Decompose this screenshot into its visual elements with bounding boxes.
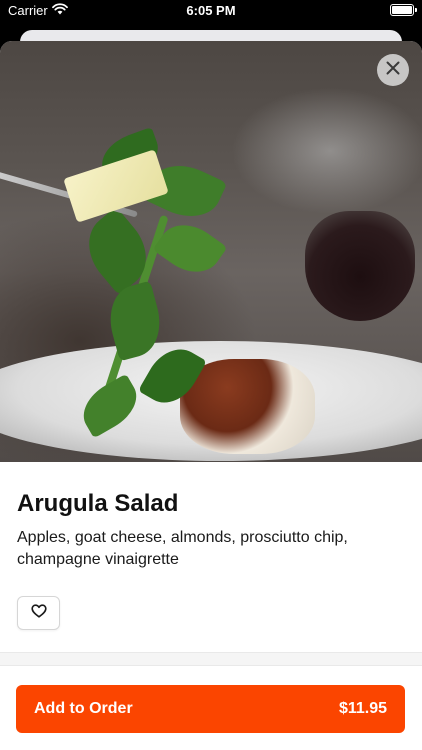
- item-title: Arugula Salad: [17, 490, 179, 517]
- add-to-order-label: Add to Order: [34, 700, 133, 717]
- order-price: $11.95: [338, 700, 387, 717]
- add-to-order-button[interactable]: Add to Order $11.95: [16, 685, 405, 733]
- section-divider: [0, 652, 422, 666]
- favorite-button[interactable]: [17, 596, 60, 630]
- item-detail-sheet: Arugula Salad Apples, goat cheese, almon…: [0, 41, 422, 750]
- battery-icon: [390, 4, 417, 16]
- status-bar: Carrier 6:05 PM: [0, 0, 422, 22]
- item-info: Arugula Salad Apples, goat cheese, almon…: [0, 462, 422, 630]
- wine-glass-shape: [305, 211, 415, 321]
- heart-outline-icon: [30, 603, 47, 623]
- close-button[interactable]: [377, 54, 409, 86]
- item-description: Apples, goat cheese, almonds, prosciutto…: [17, 529, 348, 568]
- close-icon: [386, 61, 400, 80]
- status-time: 6:05 PM: [186, 3, 236, 18]
- item-photo: [0, 41, 422, 462]
